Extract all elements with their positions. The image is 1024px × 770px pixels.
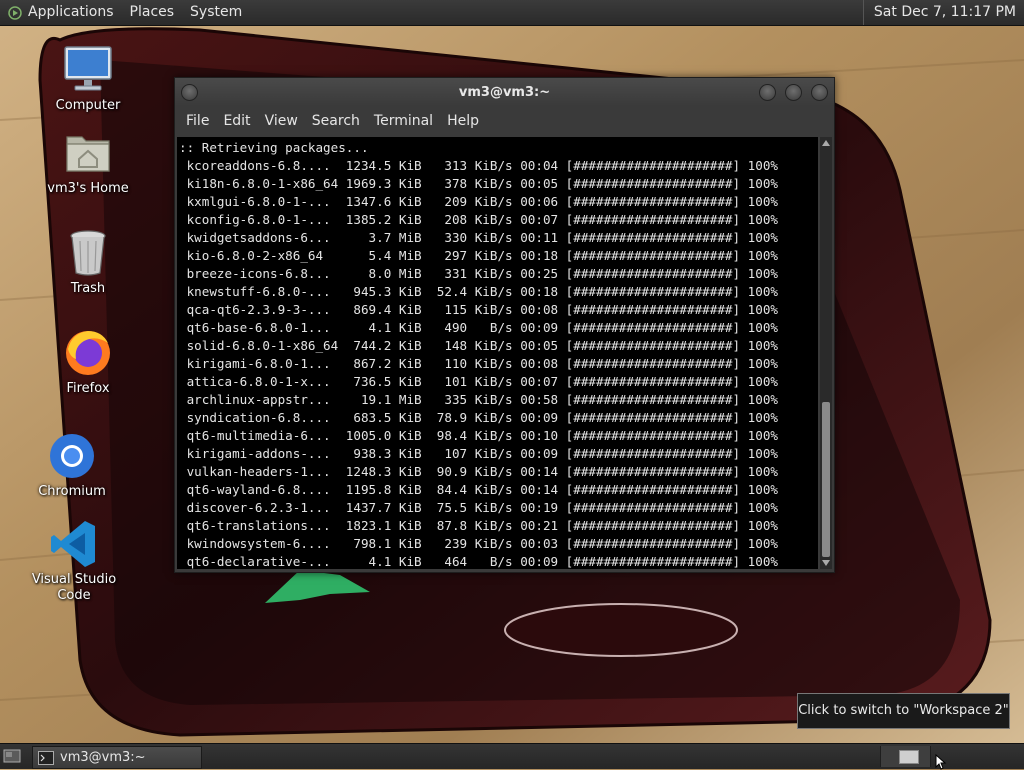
computer-icon bbox=[64, 46, 112, 91]
places-menu[interactable]: Places bbox=[122, 0, 183, 25]
menu-file[interactable]: File bbox=[179, 113, 216, 129]
trash-icon bbox=[70, 230, 106, 276]
top-menu-bar: Applications Places System bbox=[20, 0, 250, 25]
desktop-icon-label: Trash bbox=[70, 281, 106, 296]
desktop-icon-chromium[interactable]: Chromium bbox=[20, 430, 124, 500]
menu-view[interactable]: View bbox=[258, 113, 305, 129]
firefox-icon bbox=[66, 331, 110, 375]
workspace-switcher[interactable] bbox=[880, 746, 980, 767]
minimize-button[interactable] bbox=[759, 84, 776, 101]
vscode-icon bbox=[51, 521, 95, 567]
system-menu[interactable]: System bbox=[182, 0, 250, 25]
scrollbar-thumb[interactable] bbox=[822, 402, 830, 557]
scroll-up-arrow-icon[interactable] bbox=[822, 140, 830, 146]
window-menu-button[interactable] bbox=[181, 84, 198, 101]
show-desktop-icon[interactable] bbox=[3, 748, 21, 764]
bottom-panel: vm3@vm3:~ bbox=[0, 743, 1024, 769]
workspace-tooltip: Click to switch to "Workspace 2" bbox=[797, 693, 1010, 729]
terminal-text: :: Retrieving packages... kcoreaddons-6.… bbox=[179, 140, 778, 569]
menu-help[interactable]: Help bbox=[440, 113, 486, 129]
close-button[interactable] bbox=[811, 84, 828, 101]
clock[interactable]: Sat Dec 7, 11:17 PM bbox=[862, 0, 1024, 25]
taskbar-item-label: vm3@vm3:~ bbox=[60, 750, 146, 765]
desktop-icon-firefox[interactable]: Firefox bbox=[36, 327, 140, 397]
desktop-icon-home[interactable]: vm3's Home bbox=[36, 127, 140, 197]
desktop-icon-label: Firefox bbox=[66, 381, 110, 396]
home-folder-icon bbox=[66, 136, 110, 172]
scroll-down-arrow-icon[interactable] bbox=[822, 560, 830, 566]
desktop-icon-label: vm3's Home bbox=[47, 181, 129, 196]
workspace-1[interactable] bbox=[880, 746, 930, 767]
terminal-titlebar[interactable]: vm3@vm3:~ bbox=[175, 78, 834, 106]
workspace-window-thumbnail bbox=[899, 750, 919, 764]
desktop-icon-label: Visual Studio Code bbox=[31, 572, 117, 603]
terminal-window[interactable]: vm3@vm3:~ File Edit View Search Terminal… bbox=[174, 77, 835, 573]
desktop-icon-computer[interactable]: Computer bbox=[36, 44, 140, 114]
taskbar-item-terminal[interactable]: vm3@vm3:~ bbox=[32, 746, 202, 769]
chromium-icon bbox=[50, 434, 94, 478]
menu-search[interactable]: Search bbox=[305, 113, 367, 129]
top-panel: Applications Places System Sat Dec 7, 11… bbox=[0, 0, 1024, 26]
terminal-icon bbox=[38, 750, 54, 765]
maximize-button[interactable] bbox=[785, 84, 802, 101]
desktop-icon-label: Chromium bbox=[38, 484, 106, 499]
desktop-icon-label: Computer bbox=[55, 98, 121, 113]
terminal-scrollbar[interactable] bbox=[820, 137, 832, 569]
menu-edit[interactable]: Edit bbox=[216, 113, 257, 129]
window-title: vm3@vm3:~ bbox=[458, 84, 551, 100]
terminal-menubar: File Edit View Search Terminal Help bbox=[175, 106, 834, 136]
desktop-icon-vscode[interactable]: Visual Studio Code bbox=[22, 518, 126, 604]
desktop-icon-trash[interactable]: Trash bbox=[36, 227, 140, 297]
terminal-output[interactable]: :: Retrieving packages... kcoreaddons-6.… bbox=[177, 137, 818, 569]
applications-menu[interactable]: Applications bbox=[20, 0, 122, 25]
menu-terminal[interactable]: Terminal bbox=[367, 113, 440, 129]
